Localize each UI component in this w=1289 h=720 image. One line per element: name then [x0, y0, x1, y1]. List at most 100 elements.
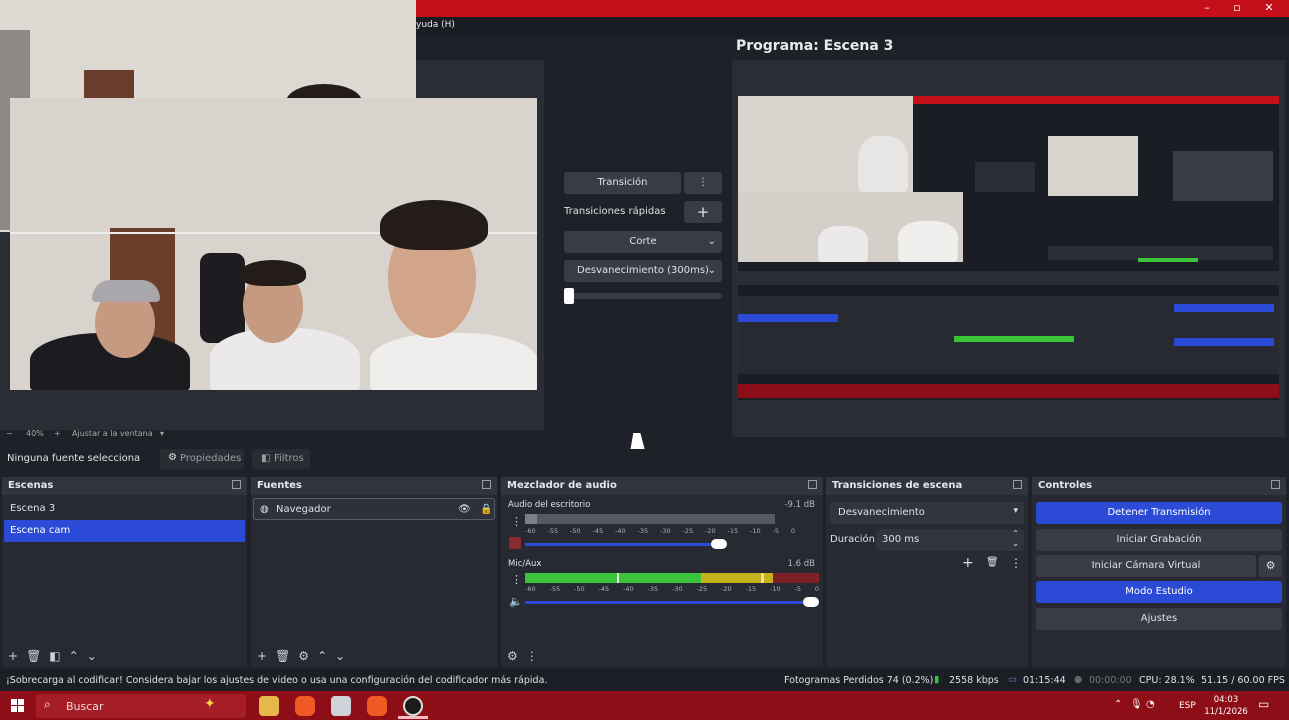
more-options-icon[interactable]: ⋮: [684, 172, 722, 194]
more-options-icon[interactable]: ⋮: [511, 515, 522, 528]
menu-help[interactable]: yuda (H): [416, 20, 455, 30]
tray-chevron-icon[interactable]: ⌃: [1114, 699, 1122, 710]
down-arrow-icon[interactable]: ⌄: [335, 649, 353, 663]
active-app-indicator: [398, 716, 428, 719]
meter-tick-label: -15: [745, 585, 757, 593]
meter-tick-label: -45: [598, 585, 610, 593]
meter-tick-label: -5: [794, 585, 801, 593]
add-icon[interactable]: +: [962, 555, 974, 571]
desktop-volume-handle[interactable]: [711, 539, 727, 549]
scene-item-escena-cam[interactable]: Escena cam: [4, 520, 245, 542]
sources-header: Fuentes: [251, 477, 497, 495]
record-icon: ●: [1074, 674, 1083, 685]
cpu-usage: CPU: 28.1%: [1139, 675, 1195, 686]
duration-label: Duración: [830, 534, 876, 545]
stream-icon: ▭: [1008, 674, 1017, 685]
meter-tick-label: -30: [660, 527, 671, 535]
cut-label: Corte: [629, 236, 657, 247]
clock-date[interactable]: 11/1/2026: [1198, 707, 1254, 717]
maximize-icon[interactable]: ▫: [1222, 0, 1252, 17]
mouse-cursor-icon: [630, 433, 648, 449]
clock-time[interactable]: 04:03: [1206, 695, 1246, 705]
program-output-image: [738, 96, 1279, 400]
brave-browser-icon-2[interactable]: [367, 696, 387, 716]
duration-input[interactable]: 300 ms ⌃ ⌄: [876, 529, 1024, 551]
source-item-navegador[interactable]: ◍ Navegador 👁 🔒: [253, 498, 495, 520]
folder-icon[interactable]: [331, 696, 351, 716]
meter-tick-label: -55: [547, 527, 559, 535]
add-icon[interactable]: +: [8, 649, 26, 663]
zoom-in-icon[interactable]: +: [54, 429, 61, 438]
up-arrow-icon[interactable]: ⌃: [317, 649, 335, 663]
muted-speaker-icon[interactable]: [509, 537, 521, 549]
fit-window-label[interactable]: Ajustar a la ventana: [72, 429, 153, 438]
preview-zoom-bar: − 40% + Ajustar a la ventana ▾: [0, 428, 544, 442]
float-icon[interactable]: [1013, 480, 1022, 489]
channel-mic-db: 1.6 dB: [787, 559, 815, 569]
float-icon[interactable]: [808, 480, 817, 489]
source-toolbar: Ninguna fuente selecciona ⚙ Propiedades …: [0, 447, 1289, 473]
gear-icon[interactable]: ⚙: [507, 649, 526, 663]
minimize-icon[interactable]: –: [1192, 0, 1222, 17]
add-icon[interactable]: +: [257, 649, 275, 663]
lock-icon[interactable]: 🔒: [480, 499, 492, 521]
mic-volume-slider[interactable]: [525, 601, 815, 604]
audio-mixer-dock: Mezclador de audio Audio del escritorio …: [501, 477, 823, 667]
more-options-icon[interactable]: ⋮: [511, 573, 522, 586]
transition-select[interactable]: Desvanecimiento ▾: [830, 502, 1024, 524]
meter-tick-label: -35: [647, 585, 659, 593]
transition-button[interactable]: Transición: [564, 172, 681, 194]
scene-item-escena-3[interactable]: Escena 3: [4, 498, 245, 520]
trash-icon[interactable]: 🗑: [26, 649, 49, 663]
trash-icon[interactable]: 🗑: [275, 649, 298, 663]
cut-button[interactable]: Corte ⌄: [564, 231, 722, 253]
scenes-dock: Escenas Escena 3 Escena cam +🗑◧⌃⌄: [2, 477, 247, 667]
microphone-icon[interactable]: 🎙: [1130, 699, 1143, 710]
trash-icon[interactable]: 🗑: [986, 557, 999, 568]
transition-slider-handle[interactable]: [564, 288, 574, 304]
start-recording-button[interactable]: Iniciar Grabación: [1036, 529, 1282, 551]
settings-button[interactable]: Ajustes: [1036, 608, 1282, 630]
meter-tick-label: -5: [772, 527, 779, 535]
gear-icon[interactable]: ⚙: [298, 649, 317, 663]
float-icon[interactable]: [232, 480, 241, 489]
filters-button[interactable]: ◧ Filtros: [252, 449, 310, 469]
float-icon[interactable]: [1271, 480, 1280, 489]
transition-slider[interactable]: [564, 293, 722, 299]
zoom-out-icon[interactable]: −: [6, 429, 13, 438]
brave-browser-icon[interactable]: [295, 696, 315, 716]
stepper-down-icon[interactable]: ⌄: [1012, 539, 1019, 548]
speaker-icon[interactable]: 🔈: [509, 595, 523, 608]
taskbar-search-input[interactable]: ⌕ Buscar ✦: [36, 694, 246, 718]
up-arrow-icon[interactable]: ⌃: [69, 649, 87, 663]
wifi-icon[interactable]: ◔: [1146, 699, 1155, 710]
filter-icon[interactable]: ◧: [49, 649, 68, 663]
add-quick-transition-icon[interactable]: +: [684, 201, 722, 223]
fade-button[interactable]: Desvanecimiento (300ms) ⌄: [564, 260, 722, 282]
file-explorer-icon[interactable]: [259, 696, 279, 716]
properties-button[interactable]: ⚙ Propiedades: [160, 449, 244, 469]
source-label: Navegador: [276, 504, 331, 515]
language-indicator[interactable]: ESP: [1179, 701, 1196, 711]
sources-toolbar: +🗑⚙⌃⌄: [257, 649, 353, 663]
more-options-icon[interactable]: ⋮: [526, 649, 546, 663]
float-icon[interactable]: [482, 480, 491, 489]
mic-volume-handle[interactable]: [803, 597, 819, 607]
gear-icon[interactable]: ⚙: [1259, 555, 1282, 577]
eye-icon[interactable]: 👁: [458, 499, 471, 521]
chevron-down-icon[interactable]: ▾: [160, 429, 164, 438]
studio-mode-button[interactable]: Modo Estudio: [1036, 581, 1282, 603]
obs-icon[interactable]: [403, 696, 423, 716]
windows-start-icon[interactable]: [11, 699, 24, 712]
signal-icon: ▮: [934, 674, 940, 685]
stop-stream-button[interactable]: Detener Transmisión: [1036, 502, 1282, 524]
stepper-up-icon[interactable]: ⌃: [1012, 529, 1019, 538]
virtual-camera-button[interactable]: Iniciar Cámara Virtual: [1036, 555, 1256, 577]
preview-bg: [416, 60, 544, 98]
more-options-icon[interactable]: ⋮: [1010, 556, 1022, 570]
down-arrow-icon[interactable]: ⌄: [87, 649, 105, 663]
zoom-level: 40%: [26, 429, 44, 438]
desktop-volume-slider[interactable]: [525, 543, 725, 546]
notification-icon[interactable]: ▭: [1258, 697, 1269, 711]
close-icon[interactable]: ✕: [1254, 0, 1284, 17]
